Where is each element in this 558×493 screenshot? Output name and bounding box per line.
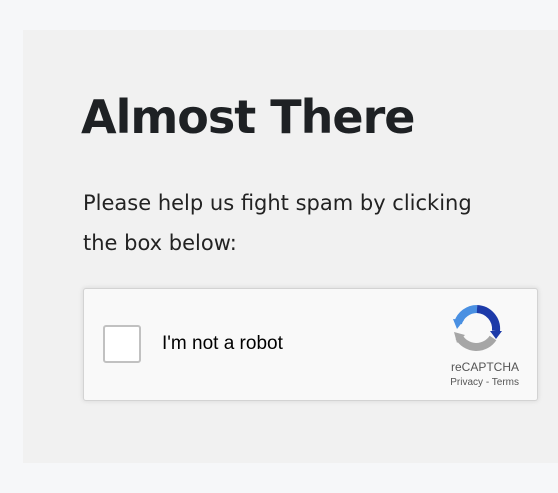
privacy-link[interactable]: Privacy	[450, 377, 483, 388]
recaptcha-links: Privacy - Terms	[450, 377, 519, 388]
links-separator: -	[483, 377, 492, 388]
instructions-text: Please help us fight spam by clicking th…	[83, 191, 472, 255]
verification-card: Almost There Please help us fight spam b…	[23, 30, 558, 463]
recaptcha-widget: I'm not a robot reCAPTCHA Privacy - Term…	[83, 288, 538, 401]
page-title: Almost There	[81, 90, 415, 144]
checkbox-label: I'm not a robot	[162, 333, 283, 354]
recaptcha-checkbox[interactable]	[103, 325, 141, 363]
recaptcha-logo-icon	[453, 305, 502, 351]
recaptcha-brand: reCAPTCHA	[450, 360, 519, 374]
terms-link[interactable]: Terms	[492, 377, 519, 388]
